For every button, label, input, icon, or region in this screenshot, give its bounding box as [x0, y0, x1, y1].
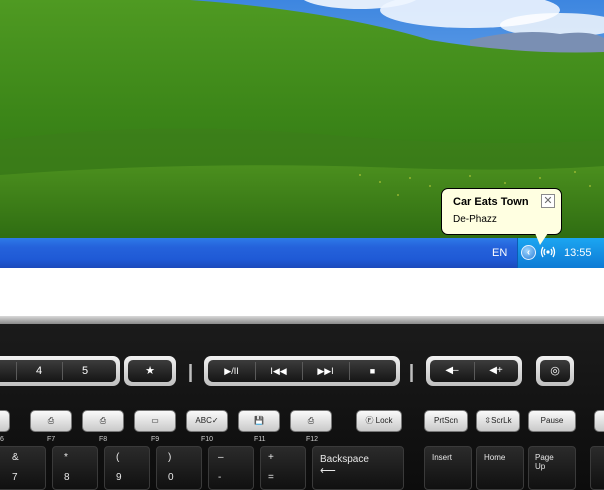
screen-bottom — [0, 268, 604, 316]
balloon-title: Car Eats Town — [453, 196, 529, 208]
numlock-key[interactable] — [590, 446, 604, 490]
page-up-label-line2: Up — [535, 462, 546, 471]
key-0-shift-label: ) — [168, 452, 172, 463]
f8-label: F8 — [99, 436, 108, 443]
f7-key[interactable]: ⎙ — [30, 410, 72, 432]
key-minus[interactable] — [208, 446, 254, 490]
key-8-label: 8 — [64, 472, 70, 483]
show-hidden-icons-button[interactable]: ‹ — [521, 245, 536, 260]
key-equals-shift-label: + — [268, 452, 274, 463]
number-key-5[interactable]: 5 — [62, 360, 108, 382]
key-minus-label: - — [218, 472, 222, 483]
key-9-shift-label: ( — [116, 452, 120, 463]
number-key-4[interactable]: 4 — [16, 360, 62, 382]
f10-key[interactable]: ABC✓ — [186, 410, 228, 432]
key-equals-label: = — [268, 472, 274, 483]
f6-key[interactable] — [0, 410, 10, 432]
taskbar — [0, 238, 604, 268]
monitor-bezel — [0, 316, 604, 324]
play-pause-key[interactable]: ▶/II — [208, 360, 255, 382]
key-0[interactable] — [156, 446, 202, 490]
scroll-lock-key[interactable]: ⇳ScrLk — [476, 410, 520, 432]
home-label: Home — [484, 453, 506, 462]
key-9-label: 9 — [116, 472, 122, 483]
key-8-shift-label: * — [64, 452, 68, 463]
f12-label: F12 — [306, 436, 319, 443]
volume-up-key[interactable]: ◀+ — [474, 360, 518, 382]
page-up-label-line1: Page — [535, 453, 554, 462]
backspace-arrow-icon: ⟵ — [320, 465, 336, 477]
f7-label: F7 — [47, 436, 56, 443]
close-icon[interactable]: ✕ — [541, 194, 555, 208]
balloon-tail — [535, 233, 548, 245]
key-7-label: 7 — [12, 472, 18, 483]
volume-down-key[interactable]: ◀– — [430, 360, 474, 382]
insert-label: Insert — [432, 453, 453, 462]
stop-key[interactable]: ■ — [349, 360, 396, 382]
key-7-shift-label: & — [12, 452, 19, 463]
key-7[interactable] — [0, 446, 46, 490]
f12-key[interactable]: ⎙ — [290, 410, 332, 432]
f10-label: F10 — [201, 436, 214, 443]
f11-key[interactable]: 💾 — [238, 410, 280, 432]
key-equals[interactable] — [260, 446, 306, 490]
f9-key[interactable]: ▭ — [134, 410, 176, 432]
favorites-key[interactable]: ★ — [128, 360, 172, 382]
extra-key[interactable] — [594, 410, 604, 432]
key-minus-shift-label: – — [218, 452, 224, 463]
language-indicator[interactable]: EN — [492, 247, 507, 259]
clock[interactable]: 13:55 — [564, 247, 592, 259]
mute-key[interactable]: ◎ — [540, 360, 570, 382]
pause-key[interactable]: Pause — [528, 410, 576, 432]
f11-label: F11 — [254, 436, 266, 443]
key-0-label: 0 — [168, 472, 174, 483]
f9-label: F9 — [151, 436, 160, 443]
f-lock-key[interactable]: Ⓕ Lock — [356, 410, 402, 432]
key-9[interactable] — [104, 446, 150, 490]
balloon-text: De-Phazz — [453, 214, 497, 225]
f8-key[interactable]: ⎙ — [82, 410, 124, 432]
divider — [189, 364, 192, 382]
divider — [410, 364, 413, 382]
f6-label: 6 — [0, 436, 4, 443]
wireless-icon[interactable] — [540, 244, 556, 260]
next-track-key[interactable]: ▶▶I — [302, 360, 349, 382]
key-8[interactable] — [52, 446, 98, 490]
print-screen-key[interactable]: PrtScn — [424, 410, 468, 432]
wireless-icon-graphic — [540, 246, 556, 258]
previous-track-key[interactable]: I◀◀ — [255, 360, 302, 382]
